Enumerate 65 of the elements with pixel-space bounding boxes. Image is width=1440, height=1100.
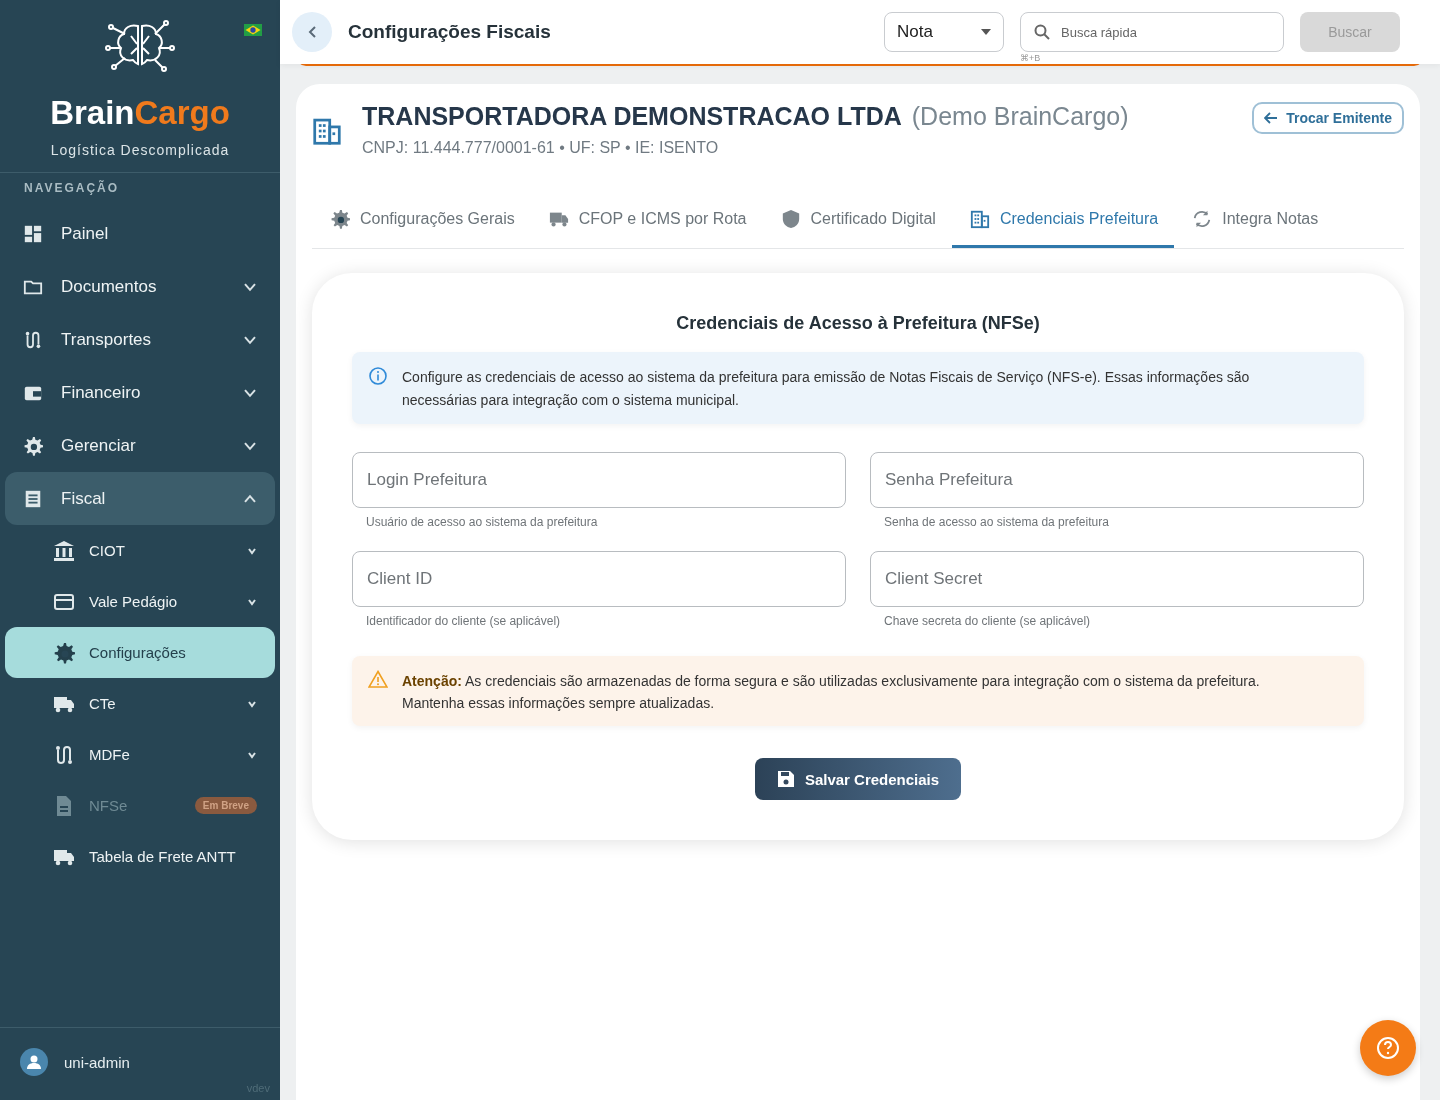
brazil-flag-icon — [244, 24, 262, 36]
user-avatar — [20, 1048, 48, 1076]
nav-item[interactable]: CIOT — [5, 525, 275, 576]
section-label: NAVEGAÇÃO — [23, 179, 121, 197]
field-hint: Chave secreta do cliente (se aplicável) — [884, 614, 1092, 628]
search-icon — [1034, 24, 1050, 40]
company-details: CNPJ: 11.444.777/0001-61 • UF: SP • IE: ISENTO — [362, 139, 720, 157]
shield-icon — [780, 209, 801, 229]
tab[interactable]: Certificado Digital — [762, 197, 952, 248]
field-hint: Usuário de acesso ao sistema da prefeitura — [366, 515, 599, 529]
info-message: Configure as credenciais de acesso ao sistema da prefeitura para emissão de Notas Fiscais de Serviço (NFS-e). Essas informações são necessárias para integração com o sistema municipal. — [352, 352, 1364, 424]
tab[interactable]: CFOP e ICMS por Rota — [530, 197, 763, 248]
shortcut-hint: ⌘+B — [1020, 53, 1041, 63]
page-title: Configurações Fiscais — [348, 21, 552, 43]
warning-message: Atenção: As credenciais são armazenadas de forma segura e são utilizadas exclusivamente para integração com o sistema da prefeitura. Mantenha essas informações sempre atualizadas. — [352, 656, 1364, 726]
tab[interactable]: Credenciais Prefeitura — [951, 197, 1175, 248]
brand-name: Cargo — [134, 94, 230, 132]
nav-item[interactable]: Gerenciar — [5, 419, 275, 472]
search-field[interactable]: Busca rápida — [1020, 12, 1284, 52]
nav-item[interactable]: Painel — [5, 207, 275, 260]
soon-badge: Em Breve — [194, 797, 257, 814]
sync-icon — [1192, 209, 1213, 229]
field-hint: Identificador do cliente (se aplicável) — [366, 614, 562, 628]
nav-item[interactable]: Tabela de Frete ANTT — [5, 831, 275, 882]
save-button[interactable]: Salvar Credenciais — [754, 758, 962, 800]
receipt-icon — [23, 488, 43, 509]
company-alias: (Demo BrainCargo) — [911, 102, 1129, 130]
arrow-left-icon — [1264, 112, 1279, 124]
tagline: Logística Descomplicada — [50, 142, 230, 158]
dashboard-icon — [23, 223, 43, 244]
nav-item[interactable]: Vale Pedágio — [5, 576, 275, 627]
tab[interactable]: Integra Notas — [1174, 197, 1335, 248]
nav-item[interactable]: Documentos — [5, 260, 275, 313]
switch-issuer-button[interactable]: Trocar Emitente — [1252, 102, 1404, 134]
caret-down-icon — [981, 29, 991, 35]
text-field[interactable]: Client Secret — [870, 551, 1364, 607]
nav-item[interactable]: Fiscal — [5, 472, 275, 525]
company-name: TRANSPORTADORA DEMONSTRACAO LTDA — [362, 102, 902, 130]
nav-item[interactable]: Financeiro — [5, 366, 275, 419]
text-field[interactable]: Login Prefeitura — [352, 452, 846, 508]
building-icon — [312, 116, 342, 146]
help-icon — [1376, 1036, 1400, 1060]
gear-icon — [330, 209, 350, 229]
chevron-left-icon — [307, 25, 317, 39]
nav-item[interactable]: CTe — [5, 678, 275, 729]
gear-icon — [53, 641, 75, 664]
nav-item[interactable]: MDFe — [5, 729, 275, 780]
nav-item[interactable]: Configurações — [5, 627, 275, 678]
info-icon — [368, 366, 388, 386]
text-field[interactable]: Client ID — [352, 551, 846, 607]
bank-icon — [53, 539, 75, 562]
user-name: uni-admin — [64, 1053, 130, 1071]
route-icon — [53, 743, 75, 766]
building-icon — [969, 209, 990, 229]
brain-circuit-logo — [105, 18, 175, 74]
type-select[interactable]: Nota — [884, 12, 1004, 52]
gear-icon — [23, 435, 43, 456]
brand-name: Brain — [50, 94, 135, 132]
nav-item[interactable]: Transportes — [5, 313, 275, 366]
tab[interactable]: Configurações Gerais — [312, 197, 531, 248]
text-field[interactable]: Senha Prefeitura — [870, 452, 1364, 508]
warning-icon — [368, 670, 388, 688]
route-icon — [23, 329, 43, 350]
form-title: Credenciais de Acesso à Prefeitura (NFSe) — [675, 313, 1041, 334]
field-hint: Senha de acesso ao sistema da prefeitura — [884, 515, 1110, 529]
